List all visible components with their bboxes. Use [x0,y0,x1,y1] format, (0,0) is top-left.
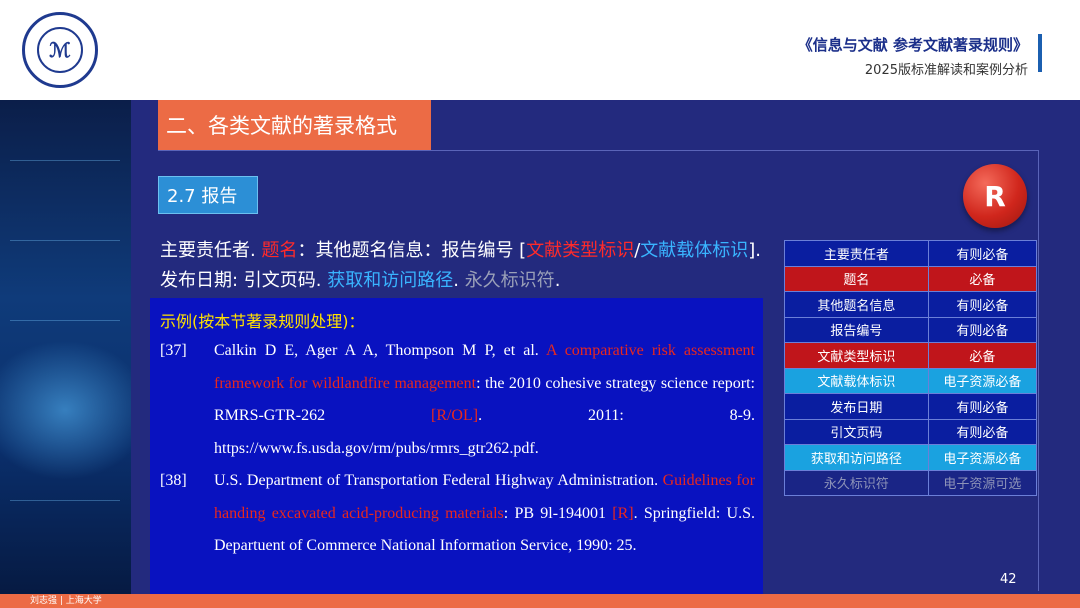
ref-type: [R/OL] [430,407,479,424]
ref-url-link[interactable]: https://www.fs.usda.gov/rm/pubs/rmrs_gtr… [214,440,535,457]
table-row: 发布日期 有则必备 [784,393,1038,420]
footer-credit: 刘志强 | 上海大学 [30,596,102,606]
table-row: 获取和访问路径 电子资源必备 [784,444,1038,471]
reference-number: [37] [160,342,187,359]
decor-line [10,160,120,161]
format-access-part: 获取和访问路径 [327,270,454,291]
ref-type: [R] [612,504,634,522]
requirement-cell: 电子资源可选 [927,469,1038,496]
format-part: . [554,270,561,291]
logo-mark-icon: ℳ [49,38,71,62]
requirement-cell: 必备 [927,342,1038,369]
requirement-cell: 必备 [927,265,1038,292]
field-cell: 文献类型标识 [784,342,929,369]
requirement-cell: 有则必备 [927,393,1038,420]
requirement-cell: 电子资源必备 [927,444,1038,471]
ref-date: . 2011: 8-9. [478,407,755,424]
field-cell: 发布日期 [784,393,929,420]
table-row: 主要责任者 有则必备 [784,240,1038,267]
field-cell: 获取和访问路径 [784,444,929,471]
decor-glow [0,340,131,480]
table-row: 永久标识符 电子资源可选 [784,469,1038,496]
requirement-cell: 电子资源必备 [927,367,1038,394]
format-doi-part: 永久标识符 [464,270,555,291]
left-decor-panel [0,100,131,594]
ref-info: : PB 9l-194001 [503,504,613,522]
format-carrier-part: 文献载体标识 [640,240,749,261]
reference-text: Calkin D E, Ager A A, Thompson M P, et a… [214,335,755,465]
field-cell: 文献载体标识 [784,367,929,394]
header-accent-bar [1038,34,1042,72]
field-cell: 引文页码 [784,418,929,445]
page-number: 42 [1000,572,1017,587]
ref-end: . [534,439,539,457]
requirement-cell: 有则必备 [927,316,1038,343]
example-heading: 示例(按本节著录规则处理)： [160,312,365,331]
field-cell: 永久标识符 [784,469,929,496]
example-box: 示例(按本节著录规则处理)： [37] Calkin D E, Ager A A… [150,298,763,594]
subsection-title: 2.7 报告 [158,176,258,214]
table-row: 文献类型标识 必备 [784,342,1038,369]
requirement-cell: 有则必备 [927,418,1038,445]
table-row: 引文页码 有则必备 [784,418,1038,445]
university-logo: ℳ [22,12,98,88]
table-row: 报告编号 有则必备 [784,316,1038,343]
table-row: 其他题名信息 有则必备 [784,291,1038,318]
section-title: 二、各类文献的著录格式 [158,100,431,150]
ref-authors: U.S. Department of Transportation Federa… [214,472,663,489]
table-row: 文献载体标识 电子资源必备 [784,367,1038,394]
field-cell: 主要责任者 [784,240,929,267]
header-title-block: 《信息与文献 参考文献著录规则》 2025版标准解读和案例分析 [798,34,1028,78]
format-part: . [453,270,465,291]
field-cell: 报告编号 [784,316,929,343]
format-part: ：其他题名信息：报告编号 [ [297,240,527,261]
reference-text: U.S. Department of Transportation Federa… [214,465,755,563]
header-title: 《信息与文献 参考文献著录规则》 [797,36,1028,54]
requirement-table: 主要责任者 有则必备 题名 必备 其他题名信息 有则必备 报告编号 有则必备 文献类型标… [784,240,1038,496]
reference-number: [38] [160,472,187,489]
field-cell: 题名 [784,265,929,292]
field-cell: 其他题名信息 [784,291,929,318]
logo-emblem-icon: ℳ [37,27,83,73]
reference-item: [37] Calkin D E, Ager A A, Thompson M P,… [160,335,755,465]
footer-bar [0,594,1080,608]
decor-line [10,500,120,501]
format-title-part: 题名 [261,240,298,261]
table-row: 题名 必备 [784,265,1038,292]
format-part: 主要责任者. [160,240,262,261]
decor-line [10,320,120,321]
requirement-cell: 有则必备 [927,291,1038,318]
ref-authors: Calkin D E, Ager A A, Thompson M P, et a… [214,342,546,359]
doc-type-badge: R [963,164,1027,228]
header-subtitle: 2025版标准解读和案例分析 [864,63,1028,78]
requirement-cell: 有则必备 [927,240,1038,267]
decor-line [10,240,120,241]
reference-item: [38] U.S. Department of Transportation F… [160,465,755,595]
format-type-part: 文献类型标识 [526,240,635,261]
slide-header: ℳ 《信息与文献 参考文献著录规则》 2025版标准解读和案例分析 [0,0,1080,100]
format-description: 主要责任者. 题名：其他题名信息：报告编号 [文献类型标识/文献载体标识]. 发… [160,236,772,296]
